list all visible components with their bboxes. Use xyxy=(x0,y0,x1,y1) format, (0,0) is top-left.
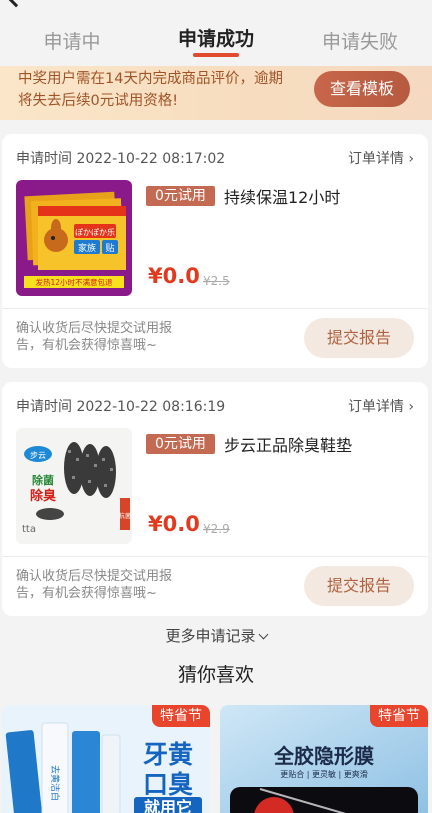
submit-report-button[interactable]: 提交报告 xyxy=(304,318,414,358)
notice-text: 中奖用户需在14天内完成商品评价，逾期将失去后续0元试用资格! xyxy=(18,71,283,109)
trial-badge: 0元试用 xyxy=(146,186,215,206)
price: ¥0.0 xyxy=(148,264,200,288)
tab-pending[interactable]: 申请中 xyxy=(0,22,144,64)
order-card: 申请时间 2022-10-22 08:17:02 订单详情 › ぽかぽか乐 家族… xyxy=(2,134,428,368)
recommend-card[interactable]: 去黄洁白 牙黄 口臭 就用它 特省节 xyxy=(2,705,210,813)
divider xyxy=(2,308,428,309)
trial-badge: 0元试用 xyxy=(146,434,215,454)
insole-text: 除臭 xyxy=(30,488,56,504)
insole-text: 抗菌 xyxy=(119,512,131,520)
recommend-sub: 更贴合 | 更灵敏 | 更爽滑 xyxy=(280,769,368,779)
product-title[interactable]: 持续保温12小时 xyxy=(224,184,340,208)
insole-text: 步云 xyxy=(30,451,46,460)
insole-text: tta xyxy=(22,524,36,535)
divider xyxy=(2,556,428,557)
insole-text: 除菌 xyxy=(32,473,54,487)
more-records-label: 更多申请记录 xyxy=(165,627,256,645)
price: ¥0.0 xyxy=(148,512,200,536)
warmer-text: 发热12小时不满意包退 xyxy=(35,277,113,287)
recommend-headline: 全胶隐形膜 xyxy=(273,744,374,768)
tab-success[interactable]: 申请成功 xyxy=(144,22,288,64)
view-template-button[interactable]: 查看模板 xyxy=(314,71,410,107)
back-icon[interactable] xyxy=(4,0,28,8)
product-title[interactable]: 步云正品除臭鞋垫 xyxy=(224,432,352,456)
recommend-card[interactable]: 全胶隐形膜 更贴合 | 更灵敏 | 更爽滑 特省节 xyxy=(220,705,428,813)
tab-failed[interactable]: 申请失败 xyxy=(288,22,432,64)
warmer-text: 贴 xyxy=(105,242,114,254)
apply-time: 申请时间 2022-10-22 08:16:19 xyxy=(16,399,226,415)
notice-banner: 中奖用户需在14天内完成商品评价，逾期将失去后续0元试用资格! 查看模板 xyxy=(0,66,432,120)
product-image-insole[interactable]: 步云 除菌 除臭 tta 抗菌 xyxy=(16,428,132,544)
apply-time: 申请时间 2022-10-22 08:17:02 xyxy=(16,151,226,167)
report-hint: 确认收货后尽快提交试用报告，有机会获得惊喜哦~ xyxy=(16,321,173,353)
report-hint: 确认收货后尽快提交试用报告，有机会获得惊喜哦~ xyxy=(16,569,173,601)
submit-report-button[interactable]: 提交报告 xyxy=(304,566,414,606)
warmer-text: ぽかぽか乐 xyxy=(75,227,115,237)
warmer-text: 家族 xyxy=(78,242,96,254)
section-title: 猜你喜欢 xyxy=(177,664,254,686)
status-tabs: 申请中 申请成功 申请失败 xyxy=(0,22,432,64)
more-records-link[interactable]: 更多申请记录 xyxy=(0,625,432,646)
order-detail-link[interactable]: 订单详情 › xyxy=(348,396,414,416)
top-bar xyxy=(0,0,432,22)
original-price: ¥2.9 xyxy=(203,522,230,536)
original-price: ¥2.5 xyxy=(203,274,230,288)
recommend-headline: 口臭 xyxy=(143,770,193,799)
product-image-warmer[interactable]: ぽかぽか乐 家族 贴 发热12小时不满意包退 xyxy=(16,180,132,296)
recommend-headline: 牙黄 xyxy=(143,740,193,769)
recommend-headline: 就用它 xyxy=(144,798,192,813)
chevron-down-icon xyxy=(258,629,268,640)
order-detail-link[interactable]: 订单详情 › xyxy=(348,148,414,168)
promo-tag: 特省节 xyxy=(152,705,210,727)
order-card: 申请时间 2022-10-22 08:16:19 订单详情 › 步云 除菌 除臭 xyxy=(2,382,428,616)
product-text: 去黄洁白 xyxy=(49,765,61,801)
promo-tag: 特省节 xyxy=(370,705,428,727)
